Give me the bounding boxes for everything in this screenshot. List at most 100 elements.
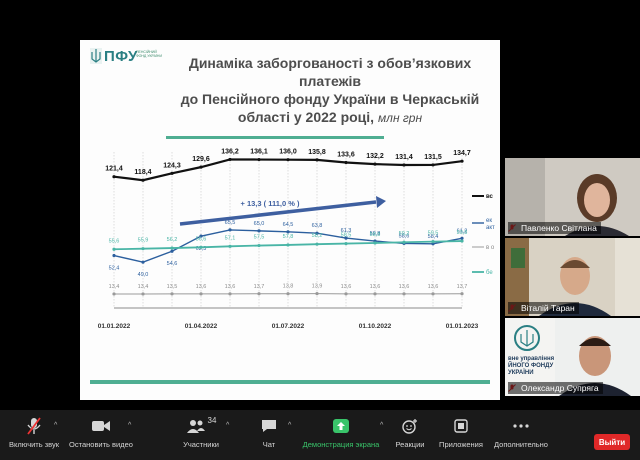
data-point [460, 159, 464, 163]
background-text: вне управління ЙНОГО ФОНДУ УКРАЇНИ [508, 356, 554, 377]
data-point [460, 292, 464, 296]
data-label: 136,0 [279, 149, 297, 156]
data-label: 49,0 [138, 272, 149, 278]
debt-dynamics-chart: 121,4 118,4 124,3 129,6 136,2 136,1 136,0 135,8… [90, 136, 495, 384]
share-screen-arrow-icon [333, 419, 349, 433]
data-label: 13,8 [283, 284, 294, 290]
background-text-line-3: УКРАЇНИ [508, 370, 534, 376]
data-label: 131,4 [395, 154, 413, 161]
data-point [344, 160, 348, 165]
shared-screen-slide: ПФУ ПЕНСІЙНИЙ ФОНД УКРАЇНИ Динаміка забо… [80, 40, 500, 400]
x-tick-label: 01.04.2022 [185, 323, 218, 330]
data-label: 121,4 [105, 166, 123, 173]
unmute-button[interactable]: Включить звук [4, 416, 64, 449]
smiley-plus-icon [402, 419, 417, 434]
microphone-muted-icon [27, 417, 41, 435]
data-point [112, 247, 116, 251]
apps-icon [454, 419, 468, 433]
data-point [141, 292, 145, 296]
data-label: 133,6 [337, 151, 355, 158]
data-point [286, 243, 290, 247]
data-label: 58,5 [341, 233, 352, 239]
participant-name-2: Віталій Таран [508, 302, 579, 314]
reactions-label: Реакции [395, 440, 425, 449]
data-point [286, 292, 290, 296]
data-point [315, 292, 319, 296]
data-point [112, 292, 116, 296]
data-label: 124,3 [163, 162, 181, 169]
x-tick-label: 01.07.2022 [272, 323, 305, 330]
more-button[interactable]: Дополнительно [490, 416, 552, 449]
data-label: 59,2 [399, 231, 410, 237]
data-point [199, 245, 203, 249]
data-label: 55,9 [138, 238, 149, 244]
more-dots-icon [513, 424, 529, 428]
stop-video-label: Остановить видео [69, 440, 133, 449]
participant-name-3: Олександр Супряга [508, 382, 603, 394]
apps-button[interactable]: Приложения [436, 416, 486, 449]
data-point [431, 240, 435, 244]
stop-video-button[interactable]: Остановить видео [68, 416, 134, 449]
chat-bubble-icon [262, 420, 276, 432]
data-point [112, 253, 116, 258]
data-label: 55,6 [109, 238, 120, 244]
data-label: 13,4 [109, 284, 120, 290]
share-screen-label: Демонстрация экрана [302, 440, 380, 449]
data-point [199, 292, 203, 296]
share-screen-button[interactable]: Демонстрация экрана [300, 416, 382, 449]
data-label: 57,5 [254, 235, 265, 241]
data-point [228, 157, 232, 162]
legend-label-other: в о [486, 245, 495, 251]
data-label: 57,1 [225, 235, 236, 241]
share-options-chevron-up-icon[interactable]: ^ [380, 422, 383, 429]
leave-meeting-button[interactable]: Выйти [594, 434, 630, 450]
data-label: 132,2 [366, 153, 384, 160]
data-label: 134,7 [453, 150, 471, 157]
meeting-toolbar: Включить звук ^ Остановить видео ^ 34 Уч… [0, 410, 640, 460]
data-label: 129,6 [192, 156, 210, 163]
video-options-chevron-up-icon[interactable]: ^ [128, 422, 131, 429]
data-label: 13,4 [138, 284, 149, 290]
reactions-button[interactable]: Реакции [390, 416, 430, 449]
data-point [141, 178, 145, 182]
participants-button[interactable]: 34 Участники [176, 416, 226, 449]
data-point [228, 244, 232, 248]
data-point [402, 163, 406, 167]
data-label: 136,1 [250, 149, 268, 156]
data-label: 136,2 [221, 148, 239, 155]
participant-tile-1[interactable]: Павленко Світлана [505, 158, 640, 236]
data-label: 56,6 [196, 236, 207, 242]
participant-name-1: Павленко Світлана [508, 222, 601, 234]
chat-options-chevron-up-icon[interactable]: ^ [288, 422, 291, 429]
data-label: 52,4 [109, 266, 120, 272]
participants-options-chevron-up-icon[interactable]: ^ [226, 422, 229, 429]
data-point [373, 162, 377, 166]
data-point [199, 165, 203, 169]
participant-tile-2[interactable]: Віталій Таран [505, 238, 640, 316]
data-label: 57,8 [283, 234, 294, 240]
audio-options-chevron-up-icon[interactable]: ^ [54, 422, 57, 429]
more-label: Дополнительно [494, 440, 548, 449]
data-point [141, 247, 145, 251]
data-label: 13,7 [457, 284, 468, 290]
chat-label: Чат [262, 440, 276, 449]
data-label: 59,5 [428, 231, 439, 237]
data-label: 63,8 [312, 223, 323, 229]
participants-icon [186, 420, 205, 433]
chat-button[interactable]: Чат [252, 416, 286, 449]
data-label: 58,8 [370, 232, 381, 238]
data-point [170, 171, 174, 175]
bottom-accent-bar [90, 380, 490, 384]
participants-count: 34 [207, 416, 217, 425]
data-label: 54,6 [167, 261, 178, 267]
data-point [402, 292, 406, 296]
background-text-line-1: вне управління [508, 356, 555, 362]
data-point [344, 292, 348, 296]
legend-label-active-2: акт [486, 225, 495, 231]
participant-tile-3[interactable]: вне управління ЙНОГО ФОНДУ УКРАЇНИ Олекс… [505, 318, 640, 396]
data-point [286, 230, 290, 234]
data-point [431, 292, 435, 296]
data-point [257, 157, 261, 162]
data-label: 13,6 [196, 284, 207, 290]
data-point [170, 246, 174, 250]
